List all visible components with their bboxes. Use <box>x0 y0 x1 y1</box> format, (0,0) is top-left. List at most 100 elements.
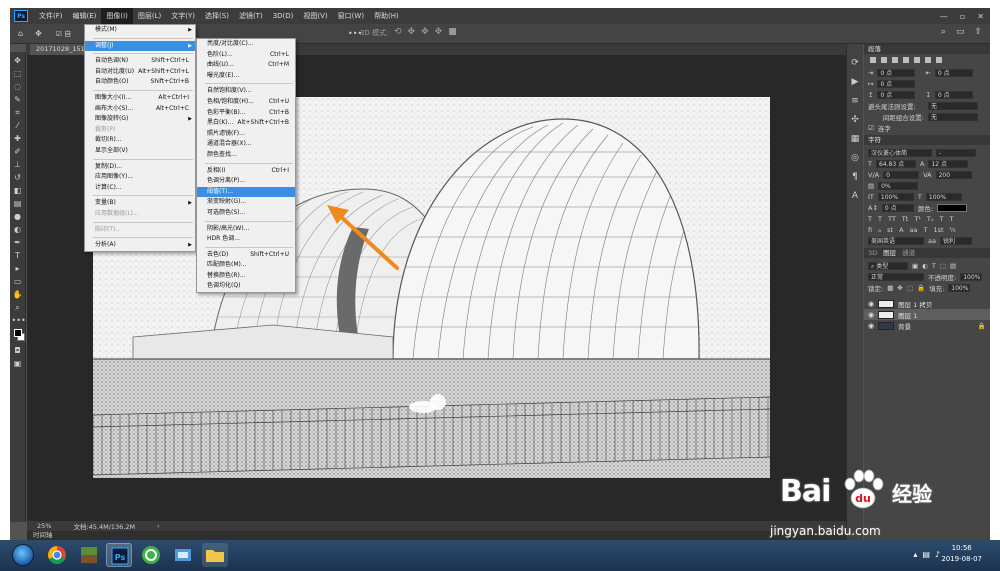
auto-select-checkbox[interactable]: ☑ 自 <box>56 29 72 39</box>
3d-scale-icon[interactable]: ■ <box>448 27 457 37</box>
visibility-eye-icon[interactable]: ◉ <box>868 322 874 330</box>
network-tray-icon[interactable]: ▤ <box>922 550 930 559</box>
foreground-color-swatch[interactable] <box>13 329 22 337</box>
move-tool-icon[interactable]: ✥ <box>12 56 24 66</box>
vertical-scale-input[interactable]: 100% <box>877 192 914 201</box>
align-center-icon[interactable] <box>881 57 887 63</box>
type-tool-icon[interactable]: T <box>12 251 24 261</box>
character-panel-icon[interactable]: A <box>852 191 858 201</box>
fraction-icon[interactable]: 1st <box>933 226 943 234</box>
menu-10[interactable]: 帮助(H) <box>369 8 404 24</box>
menu-item[interactable]: 照片滤镜(F)... <box>197 129 295 140</box>
folder-taskbar-icon[interactable] <box>202 543 228 567</box>
menu-item[interactable]: 色阶(L)... Ctrl+L <box>197 50 295 61</box>
healing-tool-icon[interactable]: ✚ <box>12 134 24 144</box>
menu-item[interactable]: 调整(J) ▶ <box>85 40 195 52</box>
menu-3[interactable]: 图层(L) <box>133 8 166 24</box>
menu-item[interactable]: 色调均化(Q) <box>197 281 295 292</box>
font-style-select[interactable]: - <box>936 148 976 157</box>
shape-tool-icon[interactable]: ▭ <box>12 277 24 287</box>
blend-mode-select[interactable]: 正常 <box>868 272 924 281</box>
first-line-indent-input[interactable]: 0 点 <box>877 79 916 88</box>
kerning-input[interactable]: 0 <box>883 170 920 179</box>
font-family-select[interactable]: 汉仪菱心体简 <box>868 148 932 157</box>
eyedropper-tool-icon[interactable]: ⁄ <box>12 121 24 131</box>
ordinal-icon[interactable]: T <box>923 226 927 234</box>
menu-item[interactable]: 画布大小(S)... Alt+Ctrl+C <box>85 104 195 115</box>
home-icon[interactable]: ⌂ <box>18 29 23 38</box>
titling-icon[interactable]: aa <box>910 226 918 234</box>
timeline-panel[interactable]: 时间轴 <box>27 531 846 540</box>
horizontal-scale-input[interactable]: 100% <box>925 192 962 201</box>
menu-item[interactable]: 图像旋转(G) ▶ <box>85 114 195 125</box>
lock-all-icon[interactable]: 🔒 <box>917 284 925 292</box>
layer-row[interactable]: ◉ 背景 🔒 <box>864 320 990 331</box>
visibility-eye-icon[interactable]: ◉ <box>868 311 874 319</box>
baseline-input[interactable]: 0 点 <box>881 203 914 212</box>
3d-slide-icon[interactable]: ✥ <box>435 27 443 37</box>
menu-item[interactable]: 亮度/对比度(C)... <box>197 39 295 50</box>
zoom-tool-icon[interactable]: ⌕ <box>12 303 24 313</box>
swash-icon[interactable]: st <box>887 226 893 234</box>
menu-item[interactable]: 反相(I) Ctrl+I <box>197 166 295 177</box>
tracking-input[interactable]: 200 <box>935 170 972 179</box>
paragraph-panel-icon[interactable]: ¶ <box>852 172 858 182</box>
menu-0[interactable]: 文件(F) <box>34 8 68 24</box>
menu-item[interactable]: 匹配颜色(M)... <box>197 260 295 271</box>
opacity-input[interactable]: 100% <box>960 272 983 281</box>
menu-item[interactable]: 模式(M) ▶ <box>85 25 195 36</box>
search-icon[interactable]: ⌕ <box>941 27 946 37</box>
3d-rotate-icon[interactable]: ⟲ <box>394 27 402 37</box>
language-select[interactable]: 美国英语 <box>868 236 924 245</box>
quick-select-tool-icon[interactable]: ✎ <box>12 95 24 105</box>
menu-item[interactable]: 阴影/高光(W)... <box>197 224 295 235</box>
menu-2[interactable]: 图像(I) <box>101 8 133 24</box>
history-panel-icon[interactable]: ⟳ <box>851 58 859 68</box>
justify-all-icon[interactable] <box>936 57 942 63</box>
kinsoku-select[interactable]: 无 <box>928 101 978 110</box>
network-taskbar-icon[interactable] <box>170 543 196 567</box>
marquee-tool-icon[interactable]: ⬚ <box>12 69 24 79</box>
all-caps-icon[interactable]: TT <box>888 215 896 223</box>
align-left-icon[interactable] <box>870 57 876 63</box>
antialias-select[interactable]: 锐利 <box>939 236 972 245</box>
tab-channels[interactable]: 通道 <box>902 248 915 258</box>
path-select-icon[interactable]: ▸ <box>12 264 24 274</box>
mojikumi-select[interactable]: 无 <box>928 112 978 121</box>
menu-item[interactable]: 图像大小(I)... Alt+Ctrl+I <box>85 93 195 104</box>
menu-item[interactable]: 阈值(T)... <box>197 186 295 198</box>
menu-item[interactable]: HDR 色调... <box>197 234 295 245</box>
lasso-tool-icon[interactable]: ◌ <box>12 82 24 92</box>
start-button[interactable] <box>12 544 34 566</box>
hyphenate-checkbox[interactable]: ☑ <box>868 124 874 132</box>
menu-item[interactable]: 裁切(R)... <box>85 135 195 146</box>
workspace-icon[interactable]: ▭ <box>956 27 965 37</box>
justify-last-center-icon[interactable] <box>914 57 920 63</box>
pen-tool-icon[interactable]: ✒ <box>12 238 24 248</box>
filter-adjust-icon[interactable]: ◐ <box>922 262 928 270</box>
ligature-icon[interactable]: fi <box>868 226 872 234</box>
alternate-icon[interactable]: A <box>899 226 903 234</box>
brushes-panel-icon[interactable]: ✣ <box>851 115 859 125</box>
faux-bold-icon[interactable]: T <box>868 215 872 223</box>
gradient-tool-icon[interactable]: ▤ <box>12 199 24 209</box>
blur-tool-icon[interactable]: ● <box>12 212 24 222</box>
3d-pan-icon[interactable]: ✥ <box>421 27 429 37</box>
status-expand-icon[interactable]: › <box>157 522 160 530</box>
volume-tray-icon[interactable]: ♪ <box>935 550 940 559</box>
menu-item[interactable]: 黑白(K)... Alt+Shift+Ctrl+B <box>197 118 295 129</box>
menu-item[interactable]: 自动颜色(O) Shift+Ctrl+B <box>85 77 195 88</box>
menu-item[interactable]: 自动对比度(U) Alt+Shift+Ctrl+L <box>85 67 195 78</box>
filter-type-icon[interactable]: T <box>932 262 936 270</box>
space-before-input[interactable]: 0 点 <box>877 90 916 99</box>
restore-icon[interactable]: ▫ <box>960 12 965 21</box>
subscript-icon[interactable]: T₁ <box>927 215 934 223</box>
superscript-icon[interactable]: T¹ <box>914 215 921 223</box>
justify-last-right-icon[interactable] <box>925 57 931 63</box>
menu-item[interactable]: 自然饱和度(V)... <box>197 86 295 97</box>
eraser-tool-icon[interactable]: ◧ <box>12 186 24 196</box>
hand-tool-icon[interactable]: ✋ <box>12 290 24 300</box>
dodge-tool-icon[interactable]: ◐ <box>12 225 24 235</box>
space-after-input[interactable]: 0 点 <box>934 90 973 99</box>
zoom-level[interactable]: 25% <box>37 522 51 530</box>
